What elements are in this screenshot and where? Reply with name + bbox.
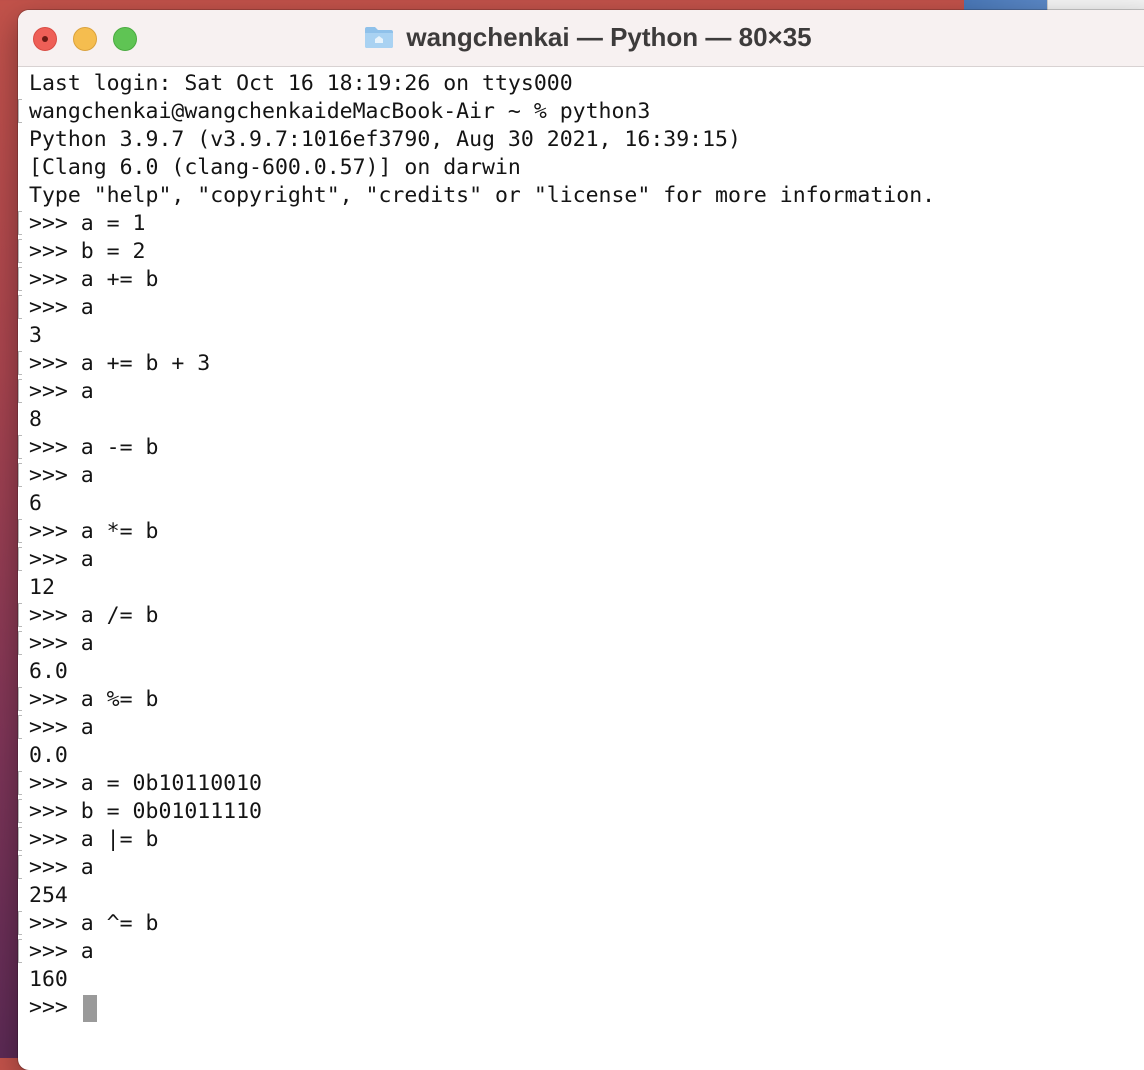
- folder-icon: [365, 27, 394, 48]
- terminal-line: >>> a: [18, 938, 1144, 966]
- terminal-line: >>> a = 1: [18, 210, 1144, 238]
- terminal-line: >>> a ^= b: [18, 910, 1144, 938]
- terminal-line: >>> a += b: [18, 266, 1144, 294]
- prompt-text: >>>: [29, 995, 81, 1020]
- terminal-line: >>> a -= b: [18, 434, 1144, 462]
- terminal-line: Last login: Sat Oct 16 18:19:26 on ttys0…: [29, 71, 573, 96]
- terminal-line: >>> a *= b: [18, 518, 1144, 546]
- terminal-line: >>> a: [18, 546, 1144, 574]
- terminal-line: 8: [29, 407, 42, 432]
- terminal-line: 3: [29, 323, 42, 348]
- terminal-line: >>> a = 0b10110010: [18, 770, 1144, 798]
- terminal-line: >>> a: [18, 294, 1144, 322]
- terminal-line: 6.0: [29, 659, 68, 684]
- terminal-line: >>> a: [18, 378, 1144, 406]
- terminal-line: >>> a: [18, 714, 1144, 742]
- text-cursor: [82, 994, 97, 1022]
- terminal-output[interactable]: Last login: Sat Oct 16 18:19:26 on ttys0…: [18, 67, 1144, 1070]
- terminal-line: >>> a %= b: [18, 686, 1144, 714]
- terminal-line: >>> a: [18, 462, 1144, 490]
- window-title-text: wangchenkai — Python — 80×35: [406, 22, 812, 52]
- terminal-line: wangchenkai@wangchenkaideMacBook-Air ~ %…: [18, 98, 1144, 126]
- terminal-line: Type "help", "copyright", "credits" or "…: [29, 183, 936, 208]
- terminal-line: >>> a |= b: [18, 826, 1144, 854]
- terminal-line: 6: [29, 491, 42, 516]
- terminal-line: [Clang 6.0 (clang-600.0.57)] on darwin: [29, 155, 521, 180]
- terminal-line: 160: [29, 967, 68, 992]
- terminal-line: Python 3.9.7 (v3.9.7:1016ef3790, Aug 30 …: [29, 127, 741, 152]
- terminal-line: 12: [29, 575, 55, 600]
- terminal-line: >>> a += b + 3: [18, 350, 1144, 378]
- terminal-line: >>> b = 0b01011110: [18, 798, 1144, 826]
- terminal-line: >>> b = 2: [18, 238, 1144, 266]
- terminal-line: 0.0: [29, 743, 68, 768]
- terminal-line: >>> a /= b: [18, 602, 1144, 630]
- terminal-line: >>> a: [18, 854, 1144, 882]
- terminal-line: 254: [29, 883, 68, 908]
- current-prompt-line[interactable]: >>>: [29, 994, 1144, 1022]
- title-bar[interactable]: wangchenkai — Python — 80×35: [18, 10, 1144, 67]
- terminal-window: wangchenkai — Python — 80×35 Last login:…: [18, 10, 1144, 1070]
- window-title: wangchenkai — Python — 80×35: [18, 22, 1144, 52]
- terminal-line: >>> a: [18, 630, 1144, 658]
